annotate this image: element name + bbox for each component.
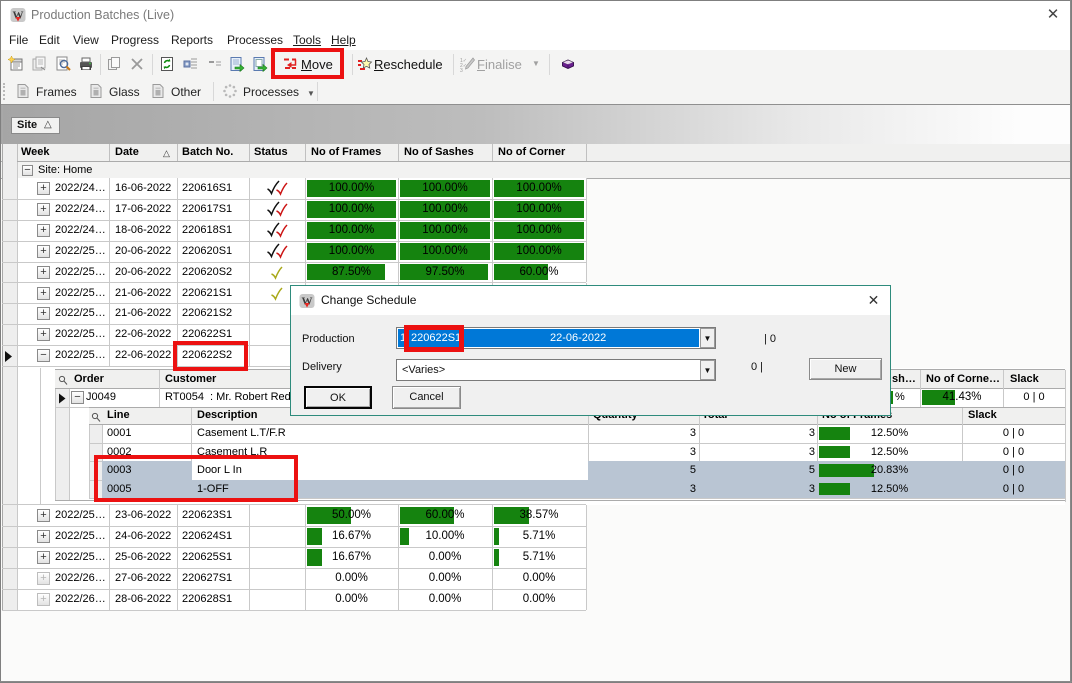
svg-text:3: 3 — [460, 68, 463, 72]
